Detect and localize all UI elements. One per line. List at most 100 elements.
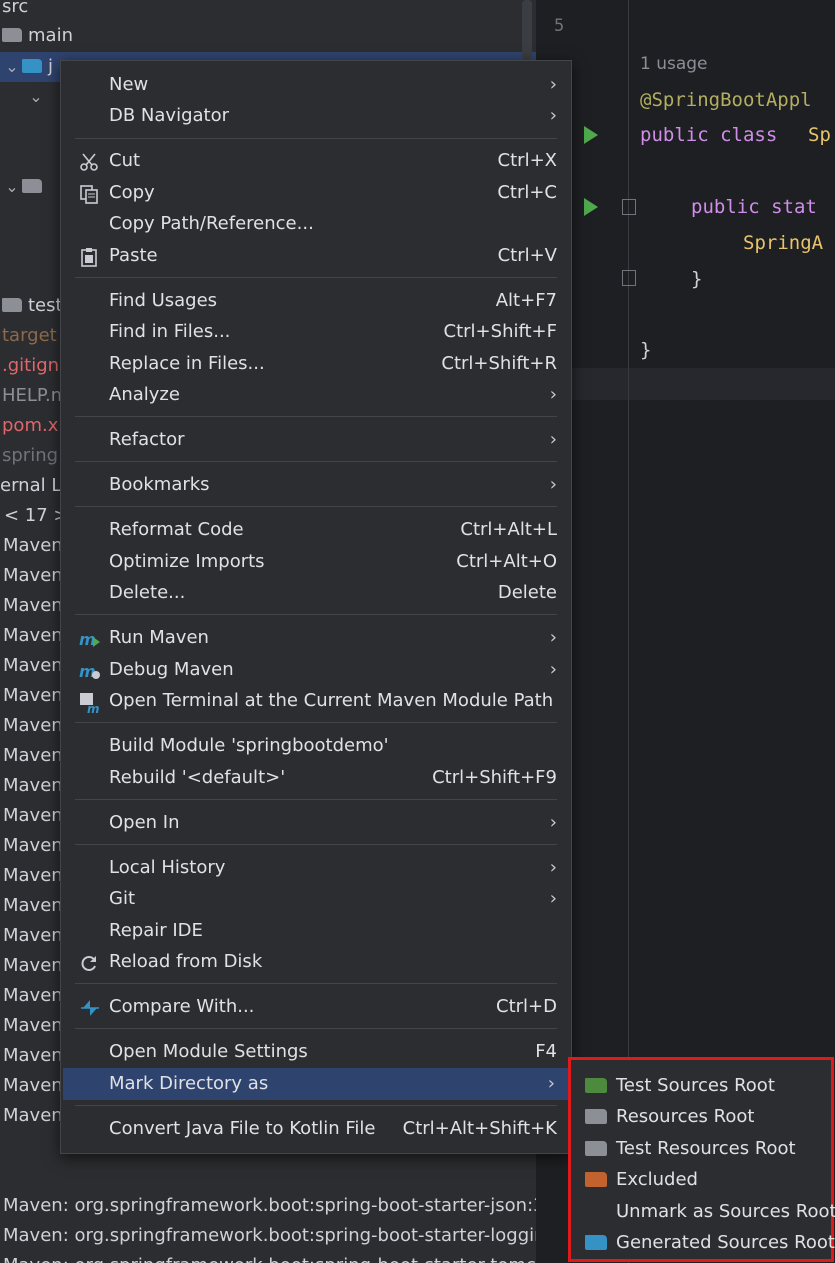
menu-item-rebuild-default[interactable]: Rebuild '<default>' Ctrl+Shift+F9	[61, 762, 571, 794]
menu-item-compare-with[interactable]: Compare With... Ctrl+D	[61, 991, 571, 1023]
chevron-down-icon[interactable]: ⌄	[2, 172, 22, 202]
tree-row-label: target	[2, 325, 57, 346]
maven-library-row[interactable]: Maven	[3, 621, 63, 651]
menu-item-debug-maven[interactable]: m Debug Maven ›	[61, 654, 571, 686]
maven-library-row[interactable]: Maven	[3, 561, 63, 591]
menu-item-analyze[interactable]: Analyze ›	[61, 379, 571, 411]
menu-separator	[75, 416, 557, 417]
tree-scrollbar[interactable]	[522, 0, 532, 60]
tree-row[interactable]: ⌄	[26, 82, 46, 112]
menu-item-label: Reformat Code	[109, 519, 244, 540]
tree-row[interactable]: ernal L	[0, 471, 61, 501]
menu-item-copy-path-reference[interactable]: Copy Path/Reference...	[61, 208, 571, 240]
menu-separator	[75, 844, 557, 845]
menu-item-open-terminal-at-the-current-maven-module-path[interactable]: m Open Terminal at the Current Maven Modu…	[61, 685, 571, 717]
maven-library-row[interactable]: Maven	[3, 741, 63, 771]
menu-item-paste[interactable]: Paste Ctrl+V	[61, 240, 571, 272]
tree-row-label: src	[2, 0, 29, 17]
maven-library-label: Maven	[3, 745, 63, 766]
maven-library-label: Maven	[3, 1105, 63, 1126]
maven-library-row[interactable]: Maven	[3, 591, 63, 621]
maven-library-label: Maven	[3, 595, 63, 616]
menu-item-label: Copy	[109, 182, 155, 203]
menu-separator	[75, 1028, 557, 1029]
maven-library-row[interactable]: Maven	[3, 1071, 63, 1101]
maven-library-row[interactable]: Maven: org.springframework.boot:spring-b…	[3, 1191, 536, 1221]
menu-item-label: Compare With...	[109, 996, 255, 1017]
menu-item-find-usages[interactable]: Find Usages Alt+F7	[61, 285, 571, 317]
tree-row[interactable]: test	[2, 291, 63, 321]
menu-item-open-in[interactable]: Open In ›	[61, 807, 571, 839]
svg-text:m: m	[79, 662, 96, 681]
submenu-item-test-resources-root[interactable]: Test Resources Root	[571, 1133, 831, 1164]
submenu-item-generated-sources-root[interactable]: Generated Sources Root	[571, 1227, 835, 1258]
menu-item-label: Git	[109, 888, 136, 909]
menu-item-find-in-files[interactable]: Find in Files... Ctrl+Shift+F	[61, 316, 571, 348]
tree-row[interactable]: src	[2, 0, 28, 22]
menu-item-new[interactable]: New ›	[61, 69, 571, 101]
menu-item-optimize-imports[interactable]: Optimize Imports Ctrl+Alt+O	[61, 546, 571, 578]
menu-item-shortcut: Ctrl+C	[497, 182, 557, 203]
menu-item-shortcut: Ctrl+Shift+F	[443, 321, 557, 342]
submenu-item-test-sources-root[interactable]: Test Sources Root	[571, 1070, 831, 1101]
menu-item-local-history[interactable]: Local History ›	[61, 852, 571, 884]
fold-start-icon[interactable]	[622, 199, 636, 215]
menu-item-build-module-springbootdemo[interactable]: Build Module 'springbootdemo'	[61, 730, 571, 762]
chevron-down-icon[interactable]: ⌄	[2, 52, 22, 82]
maven-library-row[interactable]: Maven	[3, 681, 63, 711]
maven-library-row[interactable]: Maven	[3, 861, 63, 891]
context-menu: New › DB Navigator › Cut Ctrl+X Copy Ctrl+C Copy…	[60, 60, 572, 1154]
tree-row[interactable]: HELP.m	[2, 381, 68, 411]
tree-row[interactable]: target	[2, 321, 57, 351]
maven-run-icon: m	[79, 629, 100, 649]
tree-row[interactable]: ⌄	[2, 172, 48, 202]
maven-library-row[interactable]: Maven: org.springframework.boot:spring-b…	[3, 1221, 536, 1251]
menu-item-db-navigator[interactable]: DB Navigator ›	[61, 100, 571, 132]
tree-row[interactable]: ⌄ j	[2, 52, 53, 82]
usages-hint[interactable]: 1 usage	[640, 54, 708, 74]
menu-item-shortcut: Ctrl+Alt+L	[460, 519, 557, 540]
menu-item-reformat-code[interactable]: Reformat Code Ctrl+Alt+L	[61, 514, 571, 546]
maven-library-row[interactable]: Maven	[3, 651, 63, 681]
maven-library-row[interactable]: Maven	[3, 891, 63, 921]
maven-library-row[interactable]: Maven	[3, 1041, 63, 1071]
maven-library-row[interactable]: Maven	[3, 951, 63, 981]
maven-library-row[interactable]: Maven	[3, 831, 63, 861]
maven-library-row[interactable]: Maven: org.springframework.boot:spring-b…	[3, 1251, 536, 1263]
maven-library-row[interactable]: Maven	[3, 981, 63, 1011]
submenu-item-resources-root[interactable]: Resources Root	[571, 1101, 831, 1132]
tree-row[interactable]: spring	[2, 441, 58, 471]
fold-end-icon[interactable]	[622, 270, 636, 286]
tree-row-label: .gitign	[2, 355, 60, 376]
chevron-down-icon[interactable]: ⌄	[26, 82, 46, 112]
run-main-icon[interactable]	[584, 198, 598, 216]
submenu-item-unmark-as-sources-root[interactable]: Unmark as Sources Root	[571, 1196, 835, 1227]
maven-library-row[interactable]: Maven	[3, 771, 63, 801]
menu-item-refactor[interactable]: Refactor ›	[61, 424, 571, 456]
maven-library-row[interactable]: Maven	[3, 711, 63, 741]
submenu-item-excluded[interactable]: Excluded	[571, 1164, 831, 1195]
menu-item-replace-in-files[interactable]: Replace in Files... Ctrl+Shift+R	[61, 348, 571, 380]
menu-item-cut[interactable]: Cut Ctrl+X	[61, 145, 571, 177]
menu-item-git[interactable]: Git ›	[61, 883, 571, 915]
menu-item-copy[interactable]: Copy Ctrl+C	[61, 177, 571, 209]
tree-row[interactable]: .gitign	[2, 351, 59, 381]
menu-item-delete[interactable]: Delete... Delete	[61, 577, 571, 609]
menu-separator	[75, 138, 557, 139]
maven-library-row[interactable]: Maven	[3, 801, 63, 831]
tree-row[interactable]: < 17 >	[4, 501, 69, 531]
menu-item-mark-directory-as[interactable]: Mark Directory as ›	[63, 1068, 569, 1100]
maven-library-label: Maven	[3, 895, 63, 916]
menu-item-run-maven[interactable]: m Run Maven ›	[61, 622, 571, 654]
menu-item-bookmarks[interactable]: Bookmarks ›	[61, 469, 571, 501]
maven-library-row[interactable]: Maven	[3, 1101, 63, 1131]
menu-item-convert-java-file-to-kotlin-file[interactable]: Convert Java File to Kotlin File Ctrl+Alt…	[61, 1113, 571, 1145]
tree-row[interactable]: main	[2, 21, 73, 51]
menu-item-reload-from-disk[interactable]: Reload from Disk	[61, 946, 571, 978]
maven-library-row[interactable]: Maven	[3, 531, 63, 561]
maven-library-row[interactable]: Maven	[3, 921, 63, 951]
menu-item-repair-ide[interactable]: Repair IDE	[61, 915, 571, 947]
menu-item-open-module-settings[interactable]: Open Module Settings F4	[61, 1036, 571, 1068]
run-class-icon[interactable]	[584, 126, 598, 144]
maven-library-row[interactable]: Maven	[3, 1011, 63, 1041]
